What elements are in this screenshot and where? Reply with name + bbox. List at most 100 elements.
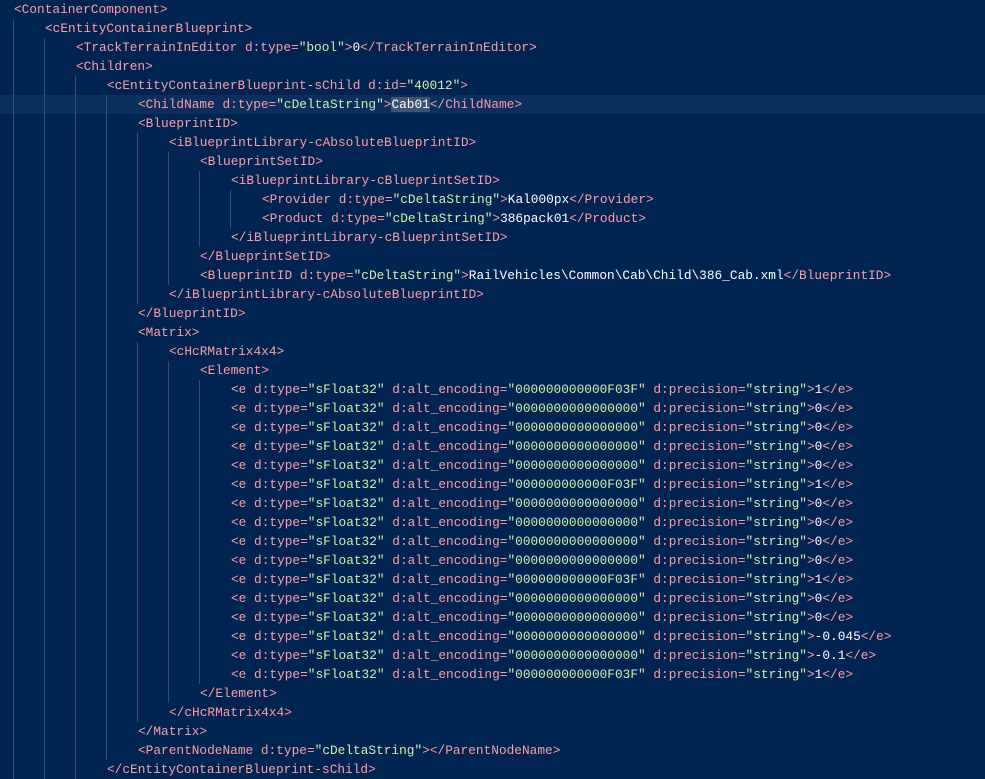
xml-string-token: "sFloat32" [307,477,385,492]
indent-guide [75,247,76,266]
xml-tag-token: > [806,629,815,644]
indent-guide [199,665,200,684]
indent-guide [75,95,76,114]
xml-tag-token: <e d:type= [231,439,308,454]
xml-tag-token: </e> [822,401,854,416]
indent-guide [75,456,76,475]
xml-string-token: "sFloat32" [307,572,385,587]
code-line[interactable]: <Element> [0,361,985,380]
xml-tag-token: d:alt_encoding= [384,401,508,416]
indent-guide [44,456,45,475]
indent-guide [106,703,107,722]
code-line[interactable]: </BlueprintSetID> [0,247,985,266]
xml-tag-token: </BlueprintID> [783,268,892,283]
code-line[interactable]: <ContainerComponent> [0,0,985,19]
indent-guide [13,494,14,513]
code-text: </cHcRMatrix4x4> [169,703,292,722]
code-line[interactable]: <e d:type="sFloat32" d:alt_encoding="000… [0,456,985,475]
code-line[interactable]: </iBlueprintLibrary-cBlueprintSetID> [0,228,985,247]
indent-guide [75,608,76,627]
indent-guide [75,399,76,418]
indent-guide [13,38,14,57]
code-line[interactable]: </BlueprintID> [0,304,985,323]
code-line[interactable]: <Matrix> [0,323,985,342]
code-line[interactable]: <iBlueprintLibrary-cBlueprintSetID> [0,171,985,190]
xml-tag-token: > [806,648,815,663]
code-line[interactable]: <Product d:type="cDeltaString">386pack01… [0,209,985,228]
code-text: </BlueprintSetID> [200,247,331,266]
code-line[interactable]: </Matrix> [0,722,985,741]
code-line[interactable]: </cEntityContainerBlueprint-sChild> [0,760,985,779]
indent-guide [168,418,169,437]
code-line[interactable]: <e d:type="sFloat32" d:alt_encoding="000… [0,513,985,532]
xml-tag-token: d:precision= [645,515,746,530]
code-line[interactable]: <BlueprintID d:type="cDeltaString">RailV… [0,266,985,285]
code-line[interactable]: <Provider d:type="cDeltaString">Kal000px… [0,190,985,209]
code-text: <cEntityContainerBlueprint-sChild d:id="… [107,76,468,95]
indent-guide [13,57,14,76]
code-line[interactable]: <e d:type="sFloat32" d:alt_encoding="000… [0,665,985,684]
indent-guide [44,171,45,190]
indent-guide [106,494,107,513]
indent-guide [168,646,169,665]
indent-guide [44,589,45,608]
code-line[interactable]: <e d:type="sFloat32" d:alt_encoding="000… [0,399,985,418]
indent-guide [199,418,200,437]
xml-tag-token: > [806,420,815,435]
indent-guide [75,190,76,209]
code-line[interactable]: <ParentNodeName d:type="cDeltaString"></… [0,741,985,760]
code-line[interactable]: <e d:type="sFloat32" d:alt_encoding="000… [0,627,985,646]
code-line[interactable]: <BlueprintID> [0,114,985,133]
indent-guide [106,570,107,589]
code-line[interactable]: <e d:type="sFloat32" d:alt_encoding="000… [0,608,985,627]
code-line[interactable]: <e d:type="sFloat32" d:alt_encoding="000… [0,532,985,551]
code-line[interactable]: <cEntityContainerBlueprint-sChild d:id="… [0,76,985,95]
code-line[interactable]: <cEntityContainerBlueprint> [0,19,985,38]
indent-guide [75,171,76,190]
indent-guide [13,76,14,95]
code-line[interactable]: <e d:type="sFloat32" d:alt_encoding="000… [0,380,985,399]
code-line-current[interactable]: <ChildName d:type="cDeltaString">Cab01</… [0,95,985,114]
indent-guide [137,228,138,247]
indent-guide [137,703,138,722]
indent-guide [75,513,76,532]
code-line[interactable]: <Children> [0,57,985,76]
code-text: <e d:type="sFloat32" d:alt_encoding="000… [231,513,853,532]
code-line[interactable]: </Element> [0,684,985,703]
indent-guide [13,171,14,190]
code-line[interactable]: <iBlueprintLibrary-cAbsoluteBlueprintID> [0,133,985,152]
code-line[interactable]: <TrackTerrainInEditor d:type="bool">0</T… [0,38,985,57]
xml-tag-token: d:precision= [645,667,746,682]
indent-guide [106,380,107,399]
xml-tag-token: <e d:type= [231,458,308,473]
xml-tag-token: d:precision= [645,610,746,625]
xml-string-token: "40012" [406,78,461,93]
code-line[interactable]: </cHcRMatrix4x4> [0,703,985,722]
code-line[interactable]: </iBlueprintLibrary-cAbsoluteBlueprintID… [0,285,985,304]
code-line[interactable]: <e d:type="sFloat32" d:alt_encoding="000… [0,437,985,456]
xml-tag-token: > [806,401,815,416]
code-line[interactable]: <e d:type="sFloat32" d:alt_encoding="000… [0,551,985,570]
indent-guide [75,741,76,760]
indent-guide [44,380,45,399]
code-line[interactable]: <e d:type="sFloat32" d:alt_encoding="000… [0,475,985,494]
indent-guide [199,437,200,456]
indent-guide [106,741,107,760]
xml-tag-token: </Matrix> [138,724,208,739]
xml-tag-token: <Provider d:type= [262,192,393,207]
indent-guide [168,475,169,494]
indent-guide [168,171,169,190]
code-line[interactable]: <e d:type="sFloat32" d:alt_encoding="000… [0,570,985,589]
code-line[interactable]: <e d:type="sFloat32" d:alt_encoding="000… [0,494,985,513]
code-line[interactable]: <e d:type="sFloat32" d:alt_encoding="000… [0,646,985,665]
xml-code-editor[interactable]: <ContainerComponent> <cEntityContainerBlu… [0,0,985,779]
code-line[interactable]: <BlueprintSetID> [0,152,985,171]
code-line[interactable]: <e d:type="sFloat32" d:alt_encoding="000… [0,589,985,608]
indent-guide [75,266,76,285]
indent-guide [75,228,76,247]
indent-guide [199,380,200,399]
code-text: <e d:type="sFloat32" d:alt_encoding="000… [231,646,876,665]
code-text: <e d:type="sFloat32" d:alt_encoding="000… [231,589,853,608]
code-line[interactable]: <cHcRMatrix4x4> [0,342,985,361]
code-line[interactable]: <e d:type="sFloat32" d:alt_encoding="000… [0,418,985,437]
